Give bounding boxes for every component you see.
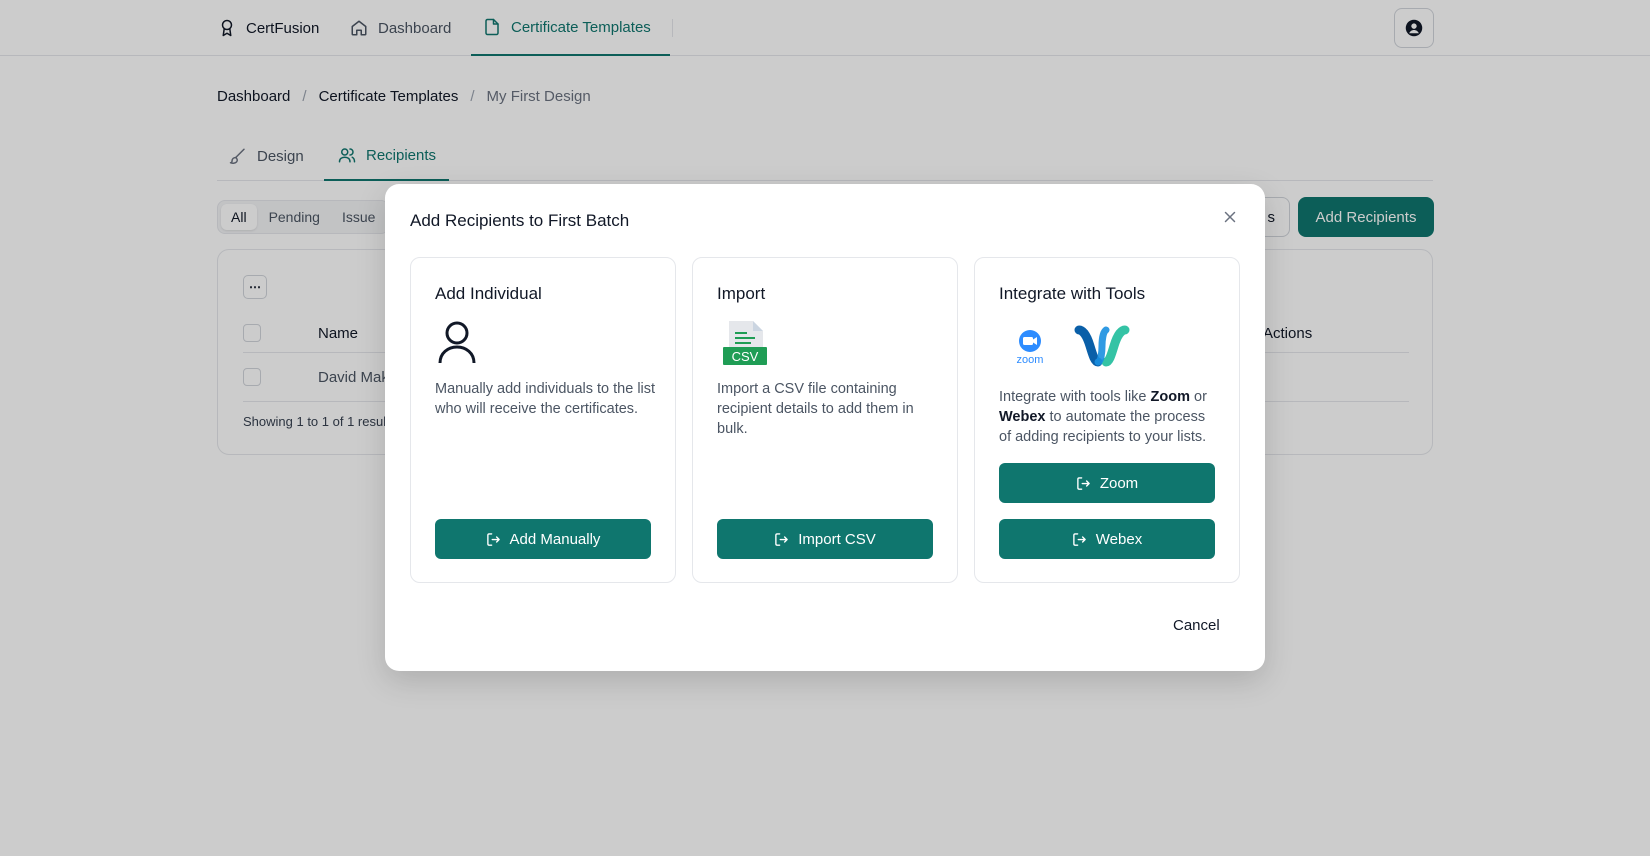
webex-button-label: Webex	[1095, 530, 1143, 548]
add-manually-label: Add Manually	[509, 530, 601, 548]
sign-in-icon	[486, 532, 500, 546]
card-title: Import	[717, 284, 766, 303]
import-card: Import CSV Import a CSV file containing …	[692, 257, 958, 583]
zoom-logo-icon: zoom	[1017, 330, 1044, 365]
add-individual-card: Add Individual Manually add individuals …	[410, 257, 676, 583]
desc-zoom: Zoom	[1150, 389, 1190, 405]
add-manually-button[interactable]: Add Manually	[435, 519, 651, 559]
cancel-button[interactable]: Cancel	[1173, 617, 1220, 634]
add-recipients-modal: Add Recipients to First Batch Add Indivi…	[385, 184, 1265, 671]
card-description: Manually add individuals to the list who…	[435, 381, 656, 417]
card-title: Add Individual	[435, 284, 542, 303]
csv-file-icon: CSV	[723, 321, 767, 365]
sign-in-icon	[1077, 476, 1090, 490]
webex-logo-icon	[1074, 325, 1130, 367]
sign-in-icon	[1072, 532, 1086, 546]
close-icon[interactable]	[1221, 208, 1239, 226]
card-title: Integrate with Tools	[999, 284, 1146, 303]
integrate-tools-card: Integrate with Tools zoom Integrate with…	[974, 257, 1240, 583]
zoom-button[interactable]: Zoom	[999, 463, 1215, 503]
desc-webex: Webex	[999, 409, 1046, 425]
zoom-button-label: Zoom	[1099, 474, 1139, 492]
import-csv-label: Import CSV	[798, 530, 876, 548]
card-description: Import a CSV file containing recipient d…	[717, 381, 914, 437]
zoom-logo-text: zoom	[1017, 354, 1044, 365]
csv-label: CSV	[732, 349, 759, 364]
card-description: Integrate with tools like Zoom or Webex …	[999, 387, 1221, 447]
desc-part: or	[1190, 389, 1207, 405]
import-csv-button[interactable]: Import CSV	[717, 519, 933, 559]
sign-in-icon	[775, 532, 789, 546]
person-icon	[438, 321, 476, 364]
modal-title: Add Recipients to First Batch	[410, 211, 630, 230]
webex-button[interactable]: Webex	[999, 519, 1215, 559]
desc-part: Integrate with tools like	[999, 389, 1151, 405]
